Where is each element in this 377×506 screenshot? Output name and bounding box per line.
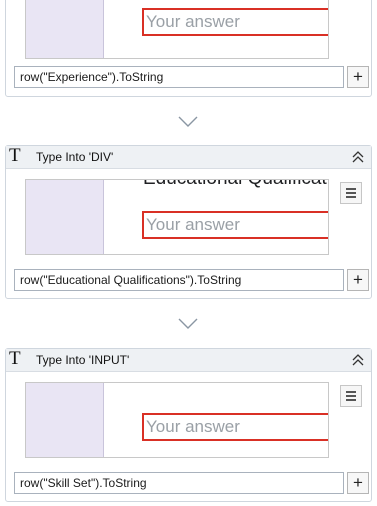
preview-sidebar [26,180,104,254]
answer-placeholder: Your answer [146,12,240,31]
add-variable-button[interactable]: + [347,66,369,88]
text-expression-input[interactable]: row("Educational Qualifications").ToStri… [14,269,344,291]
activity-header[interactable]: T Type Into 'INPUT' [6,348,371,375]
hamburger-menu-icon[interactable] [340,182,362,204]
screenshot-preview: Educational Qualifications Your answer [25,179,329,255]
preview-heading-text: Educational Qualifications [143,180,328,190]
screenshot-preview: Your answer [25,0,329,59]
answer-input-highlight: Your answer [142,413,328,441]
activity-header[interactable]: T Type Into 'DIV' [6,145,371,172]
chevron-double-up-icon[interactable] [352,349,364,375]
text-expression-input[interactable]: row("Experience").ToString [14,66,344,88]
answer-input-highlight: Your answer [142,8,328,36]
chevron-down-icon [178,318,198,329]
activity-title[interactable]: Type Into 'DIV' [36,146,113,168]
activity-title[interactable]: Type Into 'INPUT' [36,349,129,371]
chevron-down-icon [178,116,198,127]
activity-card-type-into-div[interactable]: T Type Into 'DIV' Educational Qualificat… [5,145,372,299]
activity-card-experience[interactable]: Your answer row("Experience").ToString + [5,0,372,97]
preview-sidebar [26,383,104,457]
preview-sidebar [26,0,104,58]
add-variable-button[interactable]: + [347,269,369,291]
type-into-icon: T [9,348,21,369]
answer-input-highlight: Your answer [142,211,328,239]
answer-placeholder: Your answer [146,417,240,436]
hamburger-menu-icon[interactable] [340,385,362,407]
chevron-double-up-icon[interactable] [352,146,364,172]
add-variable-button[interactable]: + [347,472,369,494]
answer-placeholder: Your answer [146,215,240,234]
type-into-icon: T [9,145,21,166]
activity-card-type-into-input[interactable]: T Type Into 'INPUT' Your answer row("Ski… [5,348,372,502]
text-expression-input[interactable]: row("Skill Set").ToString [14,472,344,494]
screenshot-preview: Your answer [25,382,329,458]
